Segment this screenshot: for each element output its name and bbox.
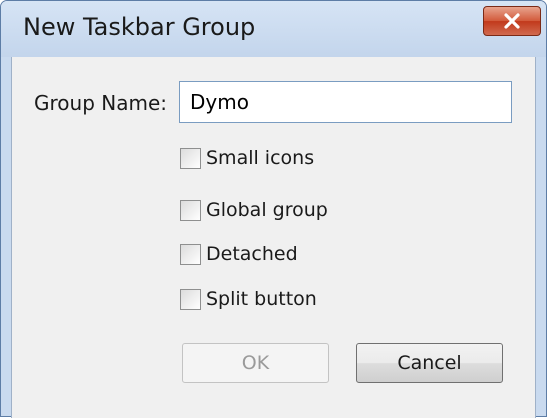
ok-button[interactable]: OK <box>182 343 329 383</box>
split-button-checkbox[interactable]: Split button <box>180 286 317 312</box>
checkbox-box[interactable] <box>180 147 201 169</box>
global-group-checkbox[interactable]: Global group <box>180 197 328 223</box>
checkbox-label: Detached <box>206 243 298 265</box>
group-name-input[interactable] <box>179 81 512 123</box>
title-bar[interactable]: New Taskbar Group <box>1 1 546 57</box>
checkbox-box[interactable] <box>180 288 201 310</box>
checkbox-label: Split button <box>206 288 317 310</box>
checkbox-label: Small icons <box>206 147 315 169</box>
dialog-window: New Taskbar Group Group Name: Small icon… <box>0 0 547 418</box>
group-name-label: Group Name: <box>34 91 167 115</box>
window-title: New Taskbar Group <box>23 13 256 41</box>
detached-checkbox[interactable]: Detached <box>180 241 298 267</box>
small-icons-checkbox[interactable]: Small icons <box>180 145 314 171</box>
checkbox-box[interactable] <box>180 199 201 221</box>
dialog-body: Group Name: Small icons Global group Det… <box>11 57 536 418</box>
checkbox-label: Global group <box>206 199 328 221</box>
close-button[interactable] <box>483 6 541 36</box>
close-icon <box>504 13 520 29</box>
checkbox-box[interactable] <box>180 243 201 265</box>
cancel-button[interactable]: Cancel <box>356 343 503 383</box>
